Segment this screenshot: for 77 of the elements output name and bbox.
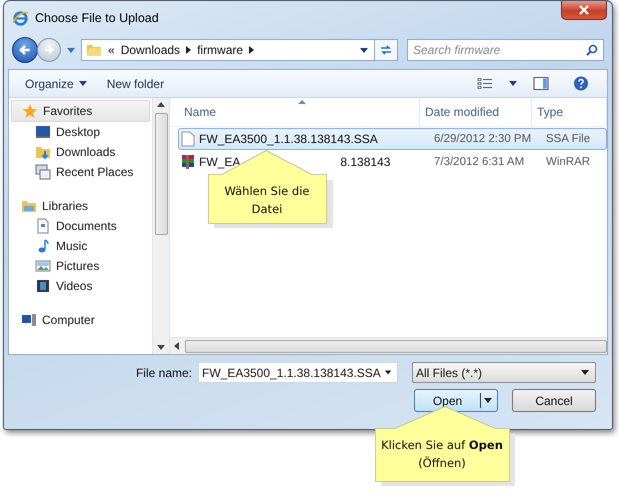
type-cell-text: SSA File [545,133,592,145]
caret-icon [78,81,87,86]
caret-icon [484,398,492,403]
sidebar-item[interactable]: Recent Places [9,162,152,182]
file-row[interactable]: FW_EA3500_1.1.38.138143.SSA 6/29/2012 2:30 PM SSA File [178,128,607,150]
scroll-left-icon[interactable] [174,342,179,350]
sidebar-item[interactable]: Downloads [9,142,152,162]
sidebar-item[interactable]: Computer [11,310,150,330]
refresh-icon [379,43,393,57]
sidebar-item[interactable]: Music [9,236,152,256]
folder-icon [35,144,51,160]
folder-icon [86,42,102,58]
type-cell-text: WinRAR [545,156,592,168]
sidebar-item[interactable]: Libraries [11,196,150,216]
film-icon [35,278,51,294]
new-folder-button[interactable]: New folder [100,74,170,94]
scrollbar[interactable] [152,98,169,354]
archive-icon [181,154,195,170]
caret-icon [581,370,589,375]
document-icon [35,218,51,234]
sidebar-item[interactable]: Desktop [9,122,152,142]
column-header[interactable]: Name [170,98,420,126]
picture-icon [35,258,51,274]
sidebar-item[interactable]: Pictures [9,256,152,276]
chevron-right-icon[interactable] [249,46,254,54]
scroll-down-icon[interactable] [157,345,165,350]
search-icon [586,44,598,56]
breadcrumb[interactable]: Downloads [120,43,180,57]
back-button[interactable] [12,37,38,63]
close-icon [579,5,589,15]
window-title: Choose File to Upload [35,11,159,25]
file-type-dropdown[interactable]: All Files (*.*) [412,362,596,383]
sort-arrow-icon [298,100,306,104]
organize-button[interactable]: Organize [19,74,93,94]
monitor-icon [35,124,51,140]
library-icon [21,198,37,214]
scrollbar-thumb[interactable] [154,113,168,235]
preview-pane-icon[interactable] [533,76,549,91]
sidebar-item[interactable]: Favorites [11,100,150,122]
refresh-button[interactable] [374,39,398,61]
scrollbar-thumb[interactable] [185,340,607,352]
view-list-icon[interactable] [477,76,493,91]
callout-text: Klicken Sie auf Open (Öffnen) [380,437,504,472]
address-bar[interactable]: « Downloads firmware [81,39,375,61]
caret-icon[interactable] [384,370,391,375]
file-row[interactable]: FW_EA 8.138143 7/3/2012 6:31 AM WinRAR [178,151,607,173]
sidebar-item[interactable]: Videos [9,276,152,296]
cancel-button[interactable]: Cancel [512,389,596,412]
search-field[interactable]: Search firmware [407,39,604,61]
close-button[interactable] [561,1,607,20]
file-name: FW_EA [199,155,240,169]
date-cell-text: 7/3/2012 6:31 AM [433,156,526,168]
document-icon [181,131,195,147]
breadcrumb[interactable]: firmware [197,43,244,57]
arrow-right-icon [43,44,55,56]
column-header[interactable]: Date modified [420,98,532,126]
callout-text: Wählen Sie die Datei [224,183,310,218]
overflow-chevrons[interactable]: « [108,43,115,57]
scrollbar[interactable] [170,337,607,354]
computer-icon [21,312,37,328]
caret-icon[interactable] [509,81,517,86]
file-name-label: File name: [136,366,192,380]
chevron-right-icon[interactable] [186,46,192,54]
arrow-left-icon [18,43,32,57]
help-icon[interactable] [573,76,589,91]
date-cell-text: 6/29/2012 2:30 PM [433,133,532,145]
file-name: 8.138143 [340,155,390,169]
file-name: FW_EA3500_1.1.38.138143.SSA [199,132,378,146]
column-header[interactable]: Type [532,98,607,126]
caret-icon[interactable] [360,48,368,52]
file-name-field[interactable]: FW_EA3500_1.1.38.138143.SSA [198,362,398,383]
browser-icon [12,10,29,26]
sidebar-item[interactable]: Documents [9,216,152,236]
scroll-up-icon[interactable] [157,102,165,107]
places-icon [35,164,51,180]
open-button[interactable]: Open [414,389,498,412]
star-icon [22,103,38,119]
